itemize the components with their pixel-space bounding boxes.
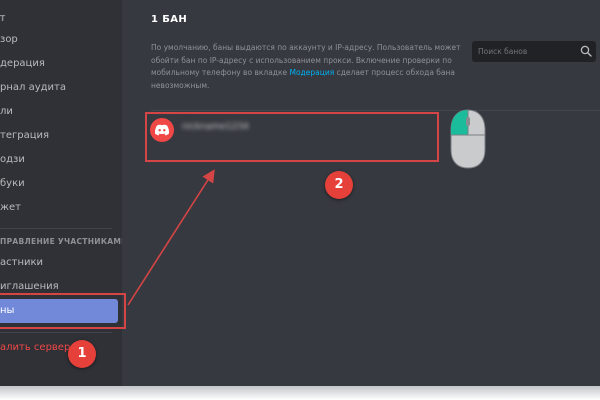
sidebar-item-overview[interactable]: зор — [0, 29, 118, 51]
highlight-bans-menu-item — [0, 293, 126, 329]
moderation-link[interactable]: Модерация — [290, 68, 335, 77]
discord-server-settings-window: Т зор дерация рнал аудита ли теграция од… — [0, 0, 600, 386]
sidebar-divider — [0, 332, 112, 333]
list-divider — [151, 110, 600, 111]
frame-shadow — [0, 386, 600, 400]
sidebar-item-members[interactable]: астники — [0, 252, 118, 274]
sidebar-members-section-header: ПРАВЛЕНИЕ УЧАСТНИКАМИ — [0, 237, 128, 246]
left-click-mouse-icon — [450, 109, 486, 169]
sidebar-item-widget[interactable]: жет — [0, 197, 118, 219]
page-title: 1 БАН — [151, 14, 188, 25]
step-badge-1: 1 — [68, 340, 96, 368]
bans-description: По умолчанию, баны выдаются по аккаунту … — [151, 42, 466, 92]
highlight-banned-user — [145, 112, 439, 162]
sidebar-section-header: Т — [0, 14, 6, 23]
sidebar-item-audit-log[interactable]: рнал аудита — [0, 77, 118, 99]
delete-server-button[interactable]: алить сервер — [0, 337, 118, 359]
sidebar-item-moderation[interactable]: дерация — [0, 53, 118, 75]
search-bans-input[interactable] — [478, 41, 578, 62]
sidebar-item-roles[interactable]: ли — [0, 101, 118, 123]
step-badge-2: 2 — [325, 171, 353, 199]
sidebar-divider — [0, 228, 112, 229]
bans-page: 1 БАН По умолчанию, баны выдаются по акк… — [122, 0, 600, 386]
search-icon — [580, 45, 592, 57]
sidebar-item-webhooks[interactable]: буки — [0, 173, 118, 195]
sidebar-item-integrations[interactable]: теграция — [0, 125, 118, 147]
search-bans-box — [472, 41, 596, 62]
sidebar-item-emoji[interactable]: одзи — [0, 149, 118, 171]
